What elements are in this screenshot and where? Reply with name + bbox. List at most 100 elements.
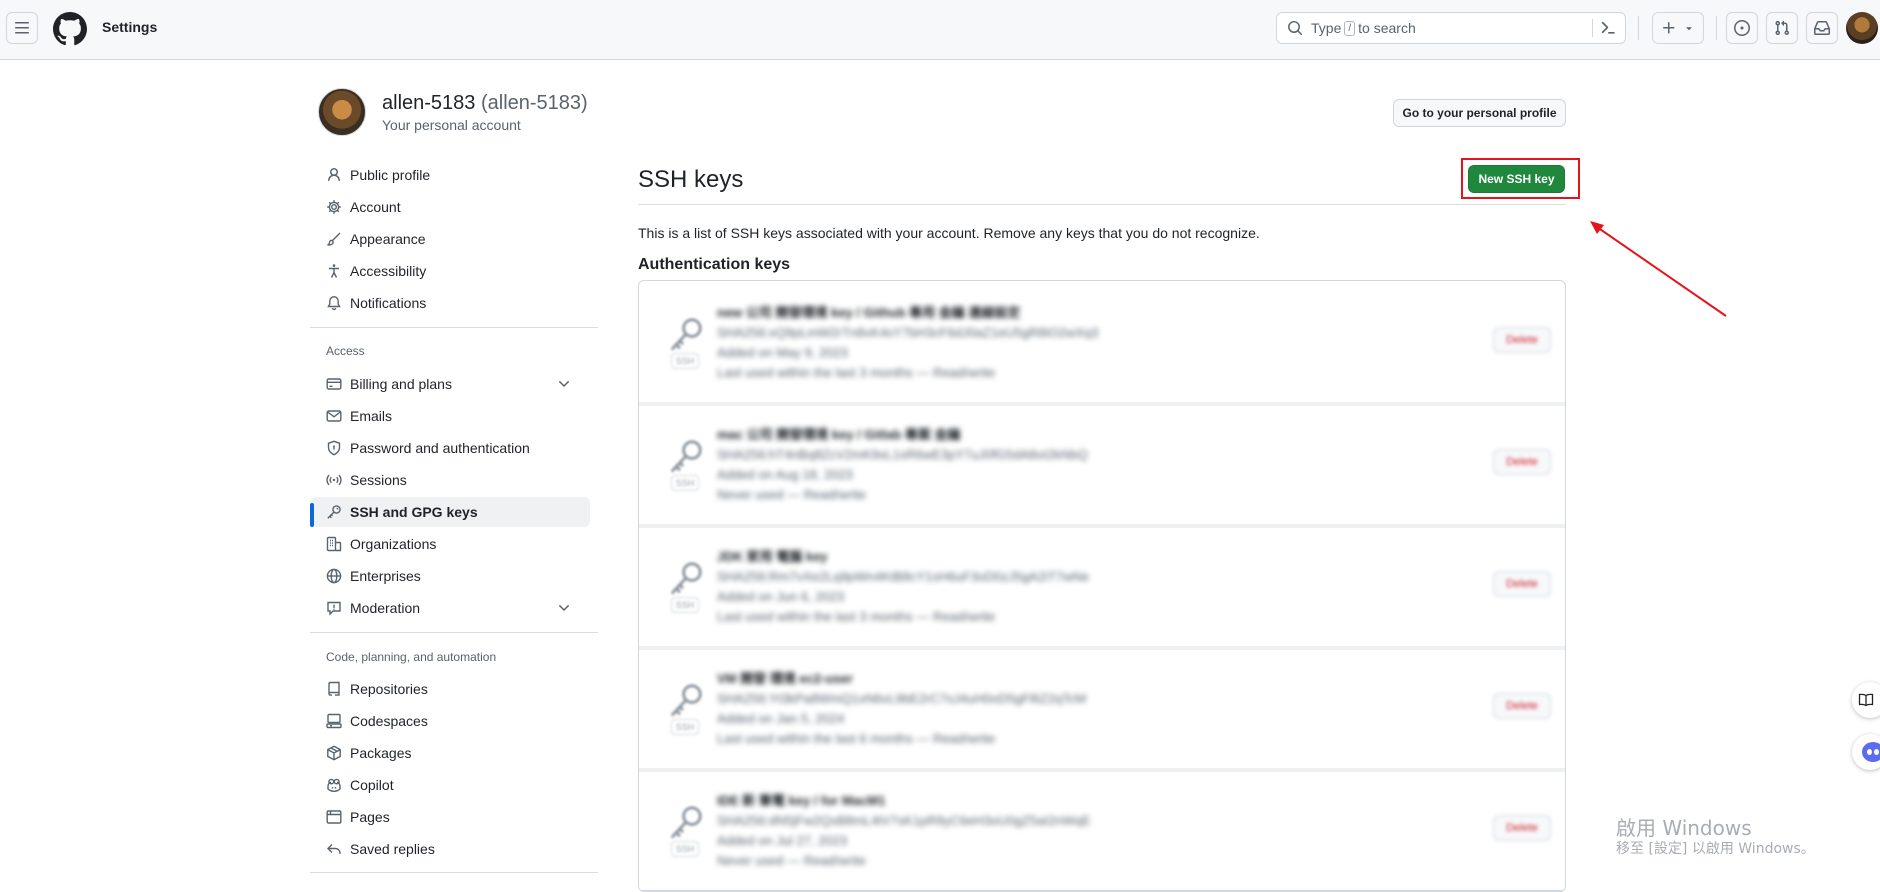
account-avatar[interactable] — [318, 88, 366, 136]
credit-card-icon — [326, 378, 342, 390]
bell-icon — [327, 296, 341, 311]
sidebar-item-account[interactable]: Account — [310, 192, 590, 222]
sidebar-item-label: Billing and plans — [350, 376, 452, 392]
search-placeholder-end: to search — [1358, 20, 1416, 36]
page-title: SSH keys — [638, 166, 744, 193]
triangle-down-icon — [1686, 27, 1692, 31]
sidebar-item-codespaces[interactable]: Codespaces — [310, 706, 590, 736]
sidebar-group-code-planning: Code, planning, and automation — [326, 650, 497, 664]
delete-key-button-redacted[interactable]: Delete — [1493, 693, 1551, 719]
sidebar-item-sessions[interactable]: Sessions — [310, 465, 590, 495]
assistant-bot-icon[interactable] — [1852, 734, 1880, 770]
sidebar-item-accessibility[interactable]: Accessibility — [310, 256, 590, 286]
ssh-badge: SSH — [671, 841, 699, 857]
sidebar-item-moderation[interactable]: Moderation — [310, 593, 590, 623]
account-subtitle: Your personal account — [382, 117, 521, 133]
copilot-icon — [327, 778, 341, 793]
annotation-highlight-box — [1461, 158, 1580, 199]
sidebar-item-label: SSH and GPG keys — [350, 504, 478, 520]
sidebar-item-copilot[interactable]: Copilot — [310, 770, 590, 800]
windows-activation-title: 啟用 Windows — [1616, 816, 1752, 840]
broadcast-icon — [326, 474, 342, 486]
sidebar-item-organizations[interactable]: Organizations — [310, 529, 590, 559]
notifications-inbox-button[interactable] — [1806, 12, 1838, 44]
header-divider — [1716, 16, 1717, 40]
github-logo-icon[interactable] — [53, 12, 87, 46]
sidebar-item-ssh-gpg-keys[interactable]: SSH and GPG keys — [310, 497, 590, 527]
sidebar-divider — [310, 632, 598, 633]
header-divider — [1638, 16, 1639, 40]
user-avatar[interactable] — [1846, 12, 1878, 44]
windows-activation-subtitle: 移至 [設定] 以啟用 Windows。 — [1616, 841, 1815, 857]
ssh-badge: SSH — [671, 597, 699, 613]
search-shortcut-key: / — [1344, 20, 1356, 36]
sidebar-item-label: Sessions — [350, 472, 407, 488]
package-icon — [327, 745, 341, 761]
inbox-icon — [1814, 21, 1830, 35]
sidebar-item-packages[interactable]: Packages — [310, 738, 590, 768]
delete-key-button-redacted[interactable]: Delete — [1493, 815, 1551, 841]
pull-requests-button[interactable] — [1766, 12, 1798, 44]
ssh-key-details-redacted: mac 公司 開發環境 key / Gitlab 專案 金鑰 SHA256:hT… — [717, 427, 1088, 502]
create-new-button[interactable] — [1652, 12, 1704, 44]
plus-icon — [1663, 22, 1675, 34]
codespaces-icon — [326, 713, 342, 729]
delete-key-button-redacted[interactable]: Delete — [1493, 571, 1551, 597]
sidebar-item-enterprises[interactable]: Enterprises — [310, 561, 590, 591]
account-display-name: allen-5183 — [382, 92, 476, 114]
search-placeholder-start: Type — [1311, 20, 1342, 36]
sidebar-divider — [310, 872, 598, 873]
title-divider — [638, 204, 1566, 205]
issues-button[interactable] — [1726, 12, 1758, 44]
sidebar-item-label: Public profile — [350, 167, 431, 183]
sidebar-item-pages[interactable]: Pages — [310, 802, 590, 832]
menu-icon[interactable] — [6, 12, 38, 44]
ssh-badge: SSH — [671, 353, 699, 369]
sidebar-item-label: Saved replies — [350, 841, 435, 857]
authentication-keys-heading: Authentication keys — [638, 256, 791, 273]
organization-icon — [326, 536, 342, 552]
search-icon — [1288, 21, 1303, 36]
sidebar-item-public-profile[interactable]: Public profile — [310, 160, 590, 190]
browser-icon — [326, 810, 342, 824]
go-to-profile-button[interactable]: Go to your personal profile — [1393, 99, 1566, 127]
delete-key-button-redacted[interactable]: Delete — [1493, 449, 1551, 475]
globe-icon — [326, 568, 342, 584]
sidebar-item-label: Repositories — [350, 681, 428, 697]
ssh-key-details-redacted: IDE 新 筆電 key / for MacM1 SHA256:dN5jFw2Q… — [717, 793, 1091, 868]
ssh-key-row: SSH mac 公司 開發環境 key / Gitlab 專案 金鑰 SHA25… — [639, 403, 1565, 528]
account-login: (allen-5183) — [480, 92, 588, 114]
ssh-key-details-redacted: new 公司 開發環境 key / Github 專用 金鑰 連線設定 SHA2… — [717, 305, 1099, 380]
sidebar-item-appearance[interactable]: Appearance — [310, 224, 590, 254]
ssh-badge: SSH — [671, 719, 699, 735]
sidebar-item-saved-replies[interactable]: Saved replies — [310, 834, 590, 864]
account-name[interactable]: allen-5183 (allen-5183) — [382, 92, 588, 115]
sidebar-item-label: Notifications — [350, 295, 427, 311]
sidebar-item-label: Codespaces — [350, 713, 428, 729]
repo-icon — [328, 681, 340, 696]
top-navigation-bar: Settings Type / to search — [0, 0, 1880, 60]
delete-key-button-redacted[interactable]: Delete — [1493, 327, 1551, 353]
search-input[interactable]: Type / to search — [1276, 12, 1626, 44]
sidebar-item-emails[interactable]: Emails — [310, 401, 590, 431]
chevron-down-icon[interactable] — [556, 376, 572, 392]
sidebar-item-label: Organizations — [350, 536, 437, 552]
sidebar-item-notifications[interactable]: Notifications — [310, 288, 590, 318]
gear-icon — [327, 200, 341, 214]
ssh-key-row: SSH VM 開發 環境 ec2-user SHA256:Yt3kPa8WmQ1… — [639, 647, 1565, 772]
chevron-down-icon[interactable] — [556, 600, 572, 616]
command-palette-icon[interactable] — [1592, 19, 1617, 37]
sidebar-item-repositories[interactable]: Repositories — [310, 674, 590, 704]
mail-icon — [326, 410, 342, 422]
sidebar-item-label: Copilot — [350, 777, 394, 793]
ssh-keys-description: This is a list of SSH keys associated wi… — [638, 225, 1260, 241]
book-icon[interactable] — [1852, 682, 1880, 718]
sidebar-item-label: Appearance — [350, 231, 426, 247]
sidebar-item-label: Accessibility — [350, 263, 427, 279]
sidebar-group-access: Access — [326, 344, 365, 358]
sidebar-item-password-authentication[interactable]: Password and authentication — [310, 433, 590, 463]
ssh-key-details-redacted: VM 開發 環境 ec2-user SHA256:Yt3kPa8WmQ1xN6v… — [717, 671, 1087, 746]
sidebar-item-billing[interactable]: Billing and plans — [310, 369, 590, 399]
context-title[interactable]: Settings — [102, 19, 157, 35]
sidebar-item-label: Pages — [350, 809, 390, 825]
